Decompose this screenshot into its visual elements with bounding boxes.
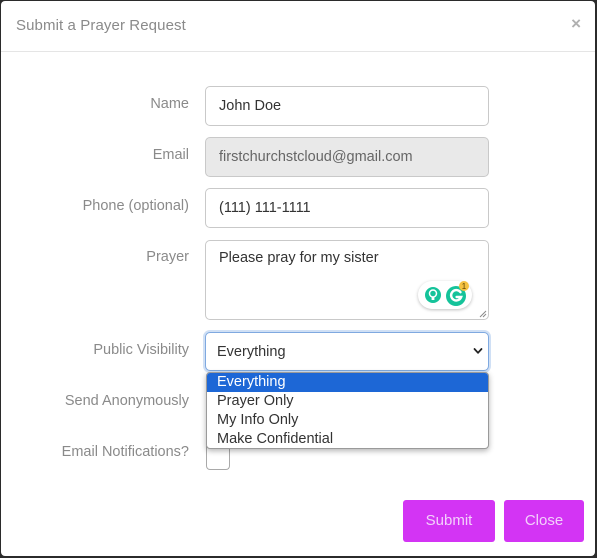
phone-input[interactable]: (111) 111-1111 <box>205 188 489 228</box>
email-field[interactable]: firstchurchstcloud@gmail.com <box>205 137 489 177</box>
submit-button[interactable]: Submit <box>403 500 495 542</box>
prayer-request-modal: Submit a Prayer Request × Name John Doe … <box>1 1 595 556</box>
grammarly-badge-count: 1 <box>462 282 467 291</box>
name-input[interactable]: John Doe <box>205 86 489 126</box>
prayer-textarea-value: Please pray for my sister <box>219 250 379 266</box>
anonymous-label: Send Anonymously <box>64 393 189 409</box>
resize-grip-icon[interactable] <box>478 309 487 318</box>
email-notifications-checkbox[interactable] <box>206 446 230 470</box>
chevron-down-icon <box>473 348 483 354</box>
visibility-select-value: Everything <box>217 343 286 360</box>
visibility-option-everything[interactable]: Everything <box>207 373 488 392</box>
modal-header: Submit a Prayer Request × <box>1 1 595 52</box>
visibility-label: Public Visibility <box>93 342 189 358</box>
modal-title: Submit a Prayer Request <box>16 17 186 34</box>
close-icon[interactable]: × <box>571 15 581 32</box>
phone-label: Phone (optional) <box>82 198 189 214</box>
prayer-label: Prayer <box>146 249 189 265</box>
visibility-option-my-info-only[interactable]: My Info Only <box>207 411 488 430</box>
visibility-option-prayer-only[interactable]: Prayer Only <box>207 392 488 411</box>
email-field-value: firstchurchstcloud@gmail.com <box>219 149 413 165</box>
lightbulb-icon <box>425 287 441 303</box>
visibility-dropdown-list: Everything Prayer Only My Info Only Make… <box>206 372 489 449</box>
visibility-select[interactable]: Everything <box>205 332 489 371</box>
visibility-option-make-confidential[interactable]: Make Confidential <box>207 430 488 448</box>
grammarly-widget-graphic: 1 <box>425 281 469 306</box>
name-label: Name <box>150 96 189 112</box>
email-label: Email <box>152 147 189 163</box>
grammarly-widget[interactable]: 1 <box>418 281 472 309</box>
close-button[interactable]: Close <box>504 500 584 542</box>
name-input-value: John Doe <box>219 98 282 114</box>
notifications-label: Email Notifications? <box>61 444 189 460</box>
prayer-textarea[interactable]: Please pray for my sister 1 <box>205 240 489 320</box>
phone-input-value: (111) 111-1111 <box>219 200 311 216</box>
